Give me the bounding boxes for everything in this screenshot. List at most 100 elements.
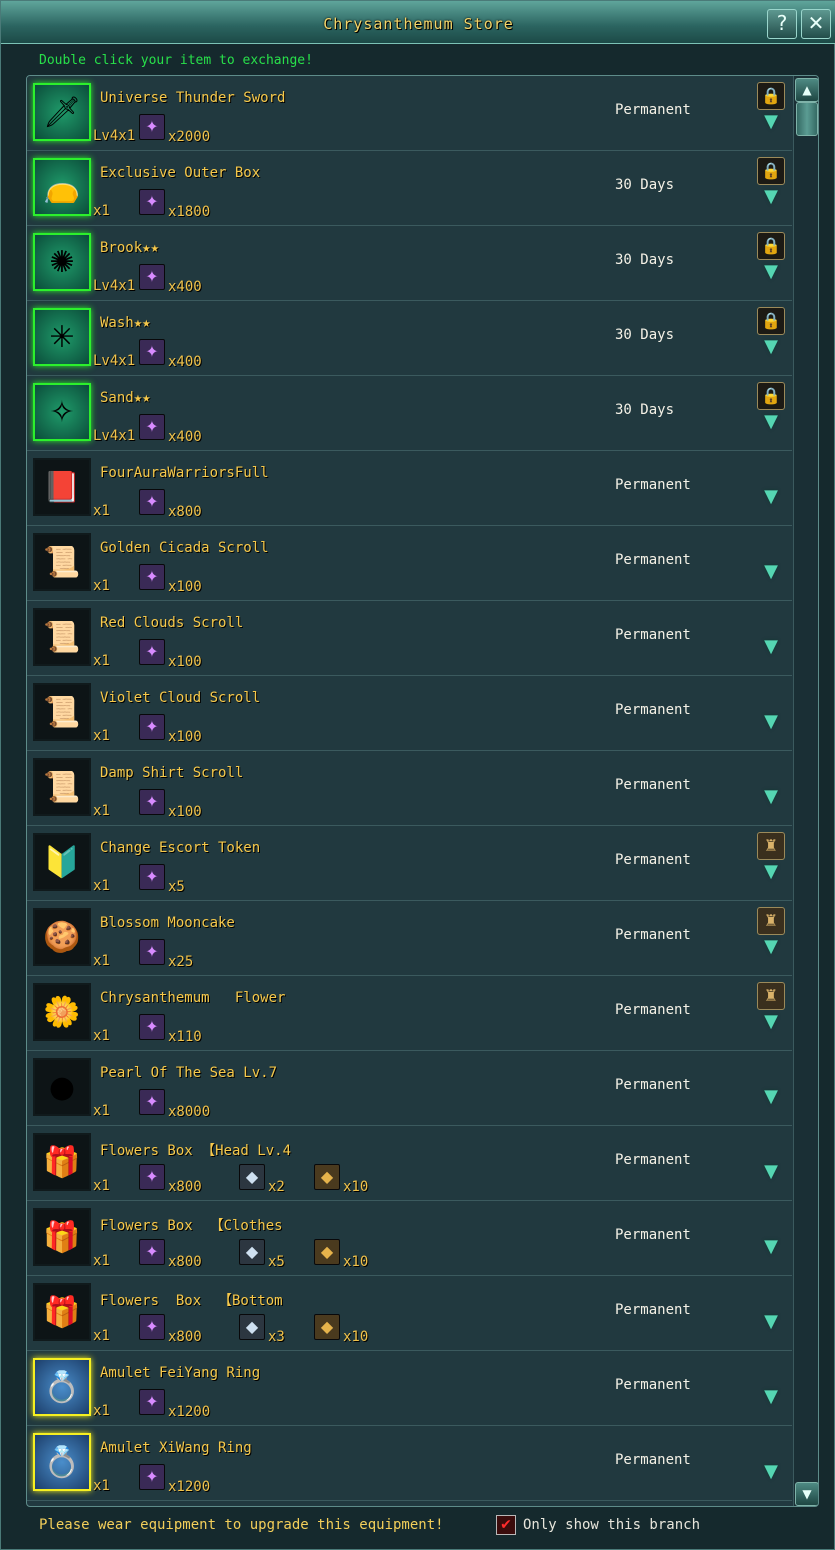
scroll-thumb[interactable] bbox=[796, 102, 818, 136]
item-row[interactable]: ● Pearl Of The Sea Lv.7 x1 ✦ x8000 Permanent ▼ bbox=[27, 1051, 792, 1126]
item-list: 🗡 Universe Thunder Sword Lv4x1 ✦ x2000 Perman… bbox=[26, 75, 819, 1507]
item-quantity: x1 bbox=[93, 878, 110, 894]
silver-ore-icon: ◆ bbox=[239, 1314, 265, 1340]
token-icon[interactable]: 🔰 bbox=[33, 833, 91, 891]
ring-aura-icon[interactable]: ✺ bbox=[33, 233, 91, 291]
item-name: FourAuraWarriorsFull bbox=[100, 465, 269, 481]
ring-icon[interactable]: 💍 bbox=[33, 1358, 91, 1416]
item-duration: Permanent bbox=[615, 1452, 691, 1468]
item-row[interactable]: 📜 Golden Cicada Scroll x1 ✦ x100 Permanent ▼ bbox=[27, 526, 792, 601]
cost-amount: x25 bbox=[168, 954, 194, 970]
pearl-icon[interactable]: ● bbox=[33, 1058, 91, 1116]
item-row[interactable]: 🎁 Flowers Box 【Clothes x1 ✦ x800 ◆ x5 ◆ x10 Perma… bbox=[27, 1201, 792, 1276]
scroll-icon[interactable]: 📜 bbox=[33, 683, 91, 741]
purple-crystal-icon: ✦ bbox=[139, 339, 165, 365]
only-branch-label[interactable]: Only show this branch bbox=[523, 1517, 700, 1533]
scrollbar[interactable]: ▲ ▼ bbox=[793, 76, 818, 1506]
item-duration: 30 Days bbox=[615, 402, 675, 418]
flower-icon[interactable]: 🌼 bbox=[33, 983, 91, 1041]
cost-amount: x3 bbox=[268, 1329, 285, 1345]
item-row[interactable]: 🎁 Flowers Box 【Bottom x1 ✦ x800 ◆ x3 ◆ x10 Perman… bbox=[27, 1276, 792, 1351]
item-name: Pearl Of The Sea Lv.7 bbox=[100, 1065, 278, 1081]
item-quantity: Lv4x1 bbox=[93, 428, 136, 444]
close-button[interactable]: ✕ bbox=[801, 9, 831, 39]
swirl-aura-icon[interactable]: ✧ bbox=[33, 383, 91, 441]
gift-box-icon[interactable]: 🎁 bbox=[33, 1283, 91, 1341]
expand-arrow-icon[interactable]: ▼ bbox=[761, 112, 781, 132]
item-row[interactable]: 👝 Exclusive Outer Box x1 ✦ x1800 30 Days 🔒 ▼ bbox=[27, 151, 792, 226]
item-row[interactable]: 💍 Amulet XiWang Ring x1 ✦ x1200 Permanent ▼ bbox=[27, 1426, 792, 1501]
item-quantity: x1 bbox=[93, 1103, 110, 1119]
purple-crystal-icon: ✦ bbox=[139, 1314, 165, 1340]
lock-icon: 🔒 bbox=[757, 157, 785, 185]
mooncake-icon[interactable]: 🍪 bbox=[33, 908, 91, 966]
item-row[interactable]: 🎁 Flowers Box 【Head Lv.4 x1 ✦ x800 ◆ x2 ◆ x10 Per… bbox=[27, 1126, 792, 1201]
ring-icon[interactable]: 💍 bbox=[33, 1433, 91, 1491]
sword-icon[interactable]: 🗡 bbox=[33, 83, 91, 141]
cost-amount: x1200 bbox=[168, 1404, 211, 1420]
gift-box-icon[interactable]: 🎁 bbox=[33, 1133, 91, 1191]
item-name: Flowers Box 【Bottom bbox=[100, 1293, 283, 1309]
item-row[interactable]: 🔰 Change Escort Token x1 ✦ x5 Permanent ♜ ▼ bbox=[27, 826, 792, 901]
pouch-icon[interactable]: 👝 bbox=[33, 158, 91, 216]
item-duration: Permanent bbox=[615, 627, 691, 643]
item-row[interactable]: 🍪 Blossom Mooncake x1 ✦ x25 Permanent ♜ ▼ bbox=[27, 901, 792, 976]
item-row[interactable]: ✺ Brook★★ Lv4x1 ✦ x400 30 Days 🔒 ▼ bbox=[27, 226, 792, 301]
gift-box-icon[interactable]: 🎁 bbox=[33, 1208, 91, 1266]
expand-arrow-icon[interactable]: ▼ bbox=[761, 262, 781, 282]
star-aura-icon[interactable]: ✳ bbox=[33, 308, 91, 366]
item-row[interactable]: 📕 FourAuraWarriorsFull x1 ✦ x800 Permanent ▼ bbox=[27, 451, 792, 526]
item-name: Universe Thunder Sword bbox=[100, 90, 286, 106]
expand-arrow-icon[interactable]: ▼ bbox=[761, 562, 781, 582]
item-name: Exclusive Outer Box bbox=[100, 165, 261, 181]
scroll-up-button[interactable]: ▲ bbox=[795, 78, 818, 102]
purple-crystal-icon: ✦ bbox=[139, 1239, 165, 1265]
item-row[interactable]: 🌼 Chrysanthemum Flower x1 ✦ x110 Permanent ♜ ▼ bbox=[27, 976, 792, 1051]
book-icon[interactable]: 📕 bbox=[33, 458, 91, 516]
expand-arrow-icon[interactable]: ▼ bbox=[761, 412, 781, 432]
expand-arrow-icon[interactable]: ▼ bbox=[761, 1462, 781, 1482]
expand-arrow-icon[interactable]: ▼ bbox=[761, 1237, 781, 1257]
expand-arrow-icon[interactable]: ▼ bbox=[761, 187, 781, 207]
item-duration: 30 Days bbox=[615, 177, 675, 193]
item-row[interactable]: 🗡 Universe Thunder Sword Lv4x1 ✦ x2000 Perman… bbox=[27, 76, 792, 151]
item-quantity: x1 bbox=[93, 503, 110, 519]
scroll-down-button[interactable]: ▼ bbox=[795, 1482, 818, 1506]
cost-amount: x110 bbox=[168, 1029, 202, 1045]
purple-crystal-icon: ✦ bbox=[139, 264, 165, 290]
expand-arrow-icon[interactable]: ▼ bbox=[761, 712, 781, 732]
expand-arrow-icon[interactable]: ▼ bbox=[761, 1012, 781, 1032]
title-bar[interactable]: Chrysanthemum Store ? ✕ bbox=[1, 1, 835, 44]
item-row[interactable]: 💍 Amulet FeiYang Ring x1 ✦ x1200 Permanent ▼ bbox=[27, 1351, 792, 1426]
expand-arrow-icon[interactable]: ▼ bbox=[761, 1312, 781, 1332]
expand-arrow-icon[interactable]: ▼ bbox=[761, 1087, 781, 1107]
only-branch-checkbox[interactable]: ✔ bbox=[496, 1515, 516, 1535]
purple-crystal-icon: ✦ bbox=[139, 1014, 165, 1040]
item-row[interactable]: ✳ Wash★★ Lv4x1 ✦ x400 30 Days 🔒 ▼ bbox=[27, 301, 792, 376]
item-row[interactable]: 📜 Violet Cloud Scroll x1 ✦ x100 Permanent ▼ bbox=[27, 676, 792, 751]
silver-ore-icon: ◆ bbox=[239, 1164, 265, 1190]
cost-amount: x800 bbox=[168, 504, 202, 520]
expand-arrow-icon[interactable]: ▼ bbox=[761, 862, 781, 882]
item-quantity: x1 bbox=[93, 1028, 110, 1044]
item-duration: Permanent bbox=[615, 927, 691, 943]
expand-arrow-icon[interactable]: ▼ bbox=[761, 487, 781, 507]
expand-arrow-icon[interactable]: ▼ bbox=[761, 1387, 781, 1407]
scroll-icon[interactable]: 📜 bbox=[33, 533, 91, 591]
item-row[interactable]: 📜 Red Clouds Scroll x1 ✦ x100 Permanent ▼ bbox=[27, 601, 792, 676]
expand-arrow-icon[interactable]: ▼ bbox=[761, 637, 781, 657]
expand-arrow-icon[interactable]: ▼ bbox=[761, 787, 781, 807]
item-name: Chrysanthemum Flower bbox=[100, 990, 286, 1006]
cost-amount: x400 bbox=[168, 354, 202, 370]
item-quantity: x1 bbox=[93, 728, 110, 744]
expand-arrow-icon[interactable]: ▼ bbox=[761, 937, 781, 957]
help-button[interactable]: ? bbox=[767, 9, 797, 39]
item-row[interactable]: 📜 Damp Shirt Scroll x1 ✦ x100 Permanent ▼ bbox=[27, 751, 792, 826]
expand-arrow-icon[interactable]: ▼ bbox=[761, 337, 781, 357]
scroll-icon[interactable]: 📜 bbox=[33, 758, 91, 816]
item-duration: Permanent bbox=[615, 1302, 691, 1318]
item-row[interactable]: ✧ Sand★★ Lv4x1 ✦ x400 30 Days 🔒 ▼ bbox=[27, 376, 792, 451]
cost-amount: x100 bbox=[168, 729, 202, 745]
expand-arrow-icon[interactable]: ▼ bbox=[761, 1162, 781, 1182]
scroll-icon[interactable]: 📜 bbox=[33, 608, 91, 666]
